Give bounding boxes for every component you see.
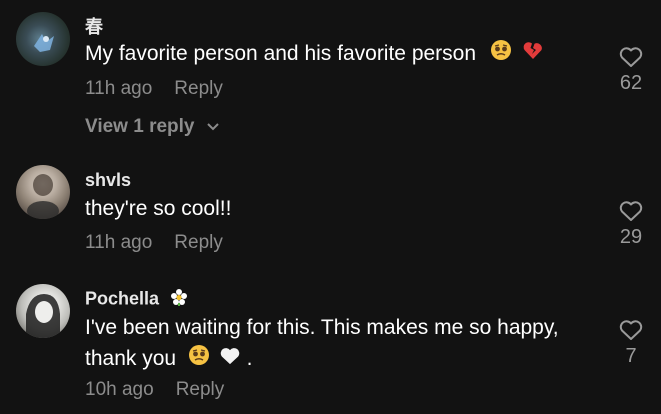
avatar[interactable] [16,165,70,219]
avatar[interactable] [16,284,70,338]
timestamp: 10h ago [85,379,154,400]
heart-outline-icon [619,320,643,340]
comment-text: I've been waiting for this. This makes m… [85,312,610,375]
like-button[interactable]: 7 [614,319,648,368]
white-heart-emoji [219,344,241,375]
comment-body: they're so cool!! [85,197,232,220]
like-button[interactable]: 29 [614,200,648,249]
broken-heart-emoji [522,39,544,70]
comment-meta: 10h ago Reply [85,379,224,401]
heart-outline-icon [619,47,643,67]
view-replies-button[interactable]: View 1 reply [85,116,220,138]
avatar-image [34,34,54,52]
comment-meta: 11h ago Reply [85,232,223,254]
timestamp: 11h ago [85,78,153,99]
username-label: Pochella [85,288,160,309]
like-button[interactable]: 62 [614,46,648,95]
pleading-face-emoji [490,39,512,70]
avatar-image [27,174,59,219]
comment-meta: 11h ago Reply [85,78,223,100]
heart-outline-icon [619,201,643,221]
chevron-down-icon [207,123,219,131]
comment-text: they're so cool!! [85,193,610,224]
like-count: 62 [619,72,643,94]
username[interactable]: shvls [85,170,131,191]
comment-line-tail: . [246,347,253,370]
comment-text: My favorite person and his favorite pers… [85,38,610,70]
reply-button[interactable]: Reply [176,379,225,400]
view-replies-label: View 1 reply [85,116,195,137]
comment-line-text: thank you [85,347,177,370]
comment-line: I've been waiting for this. This makes m… [85,316,559,339]
avatar[interactable] [16,12,70,66]
pleading-face-emoji [188,344,210,375]
avatar-image [26,294,60,338]
flower-emoji [170,288,188,311]
like-count: 7 [625,345,637,367]
username[interactable]: 春 [85,13,103,39]
timestamp: 11h ago [85,232,153,253]
comment-line: thank you . [85,343,610,375]
comment-body: My favorite person and his favorite pers… [85,42,477,65]
username[interactable]: Pochella [85,288,188,311]
like-count: 29 [619,226,643,248]
reply-button[interactable]: Reply [174,232,223,253]
reply-button[interactable]: Reply [174,78,223,99]
